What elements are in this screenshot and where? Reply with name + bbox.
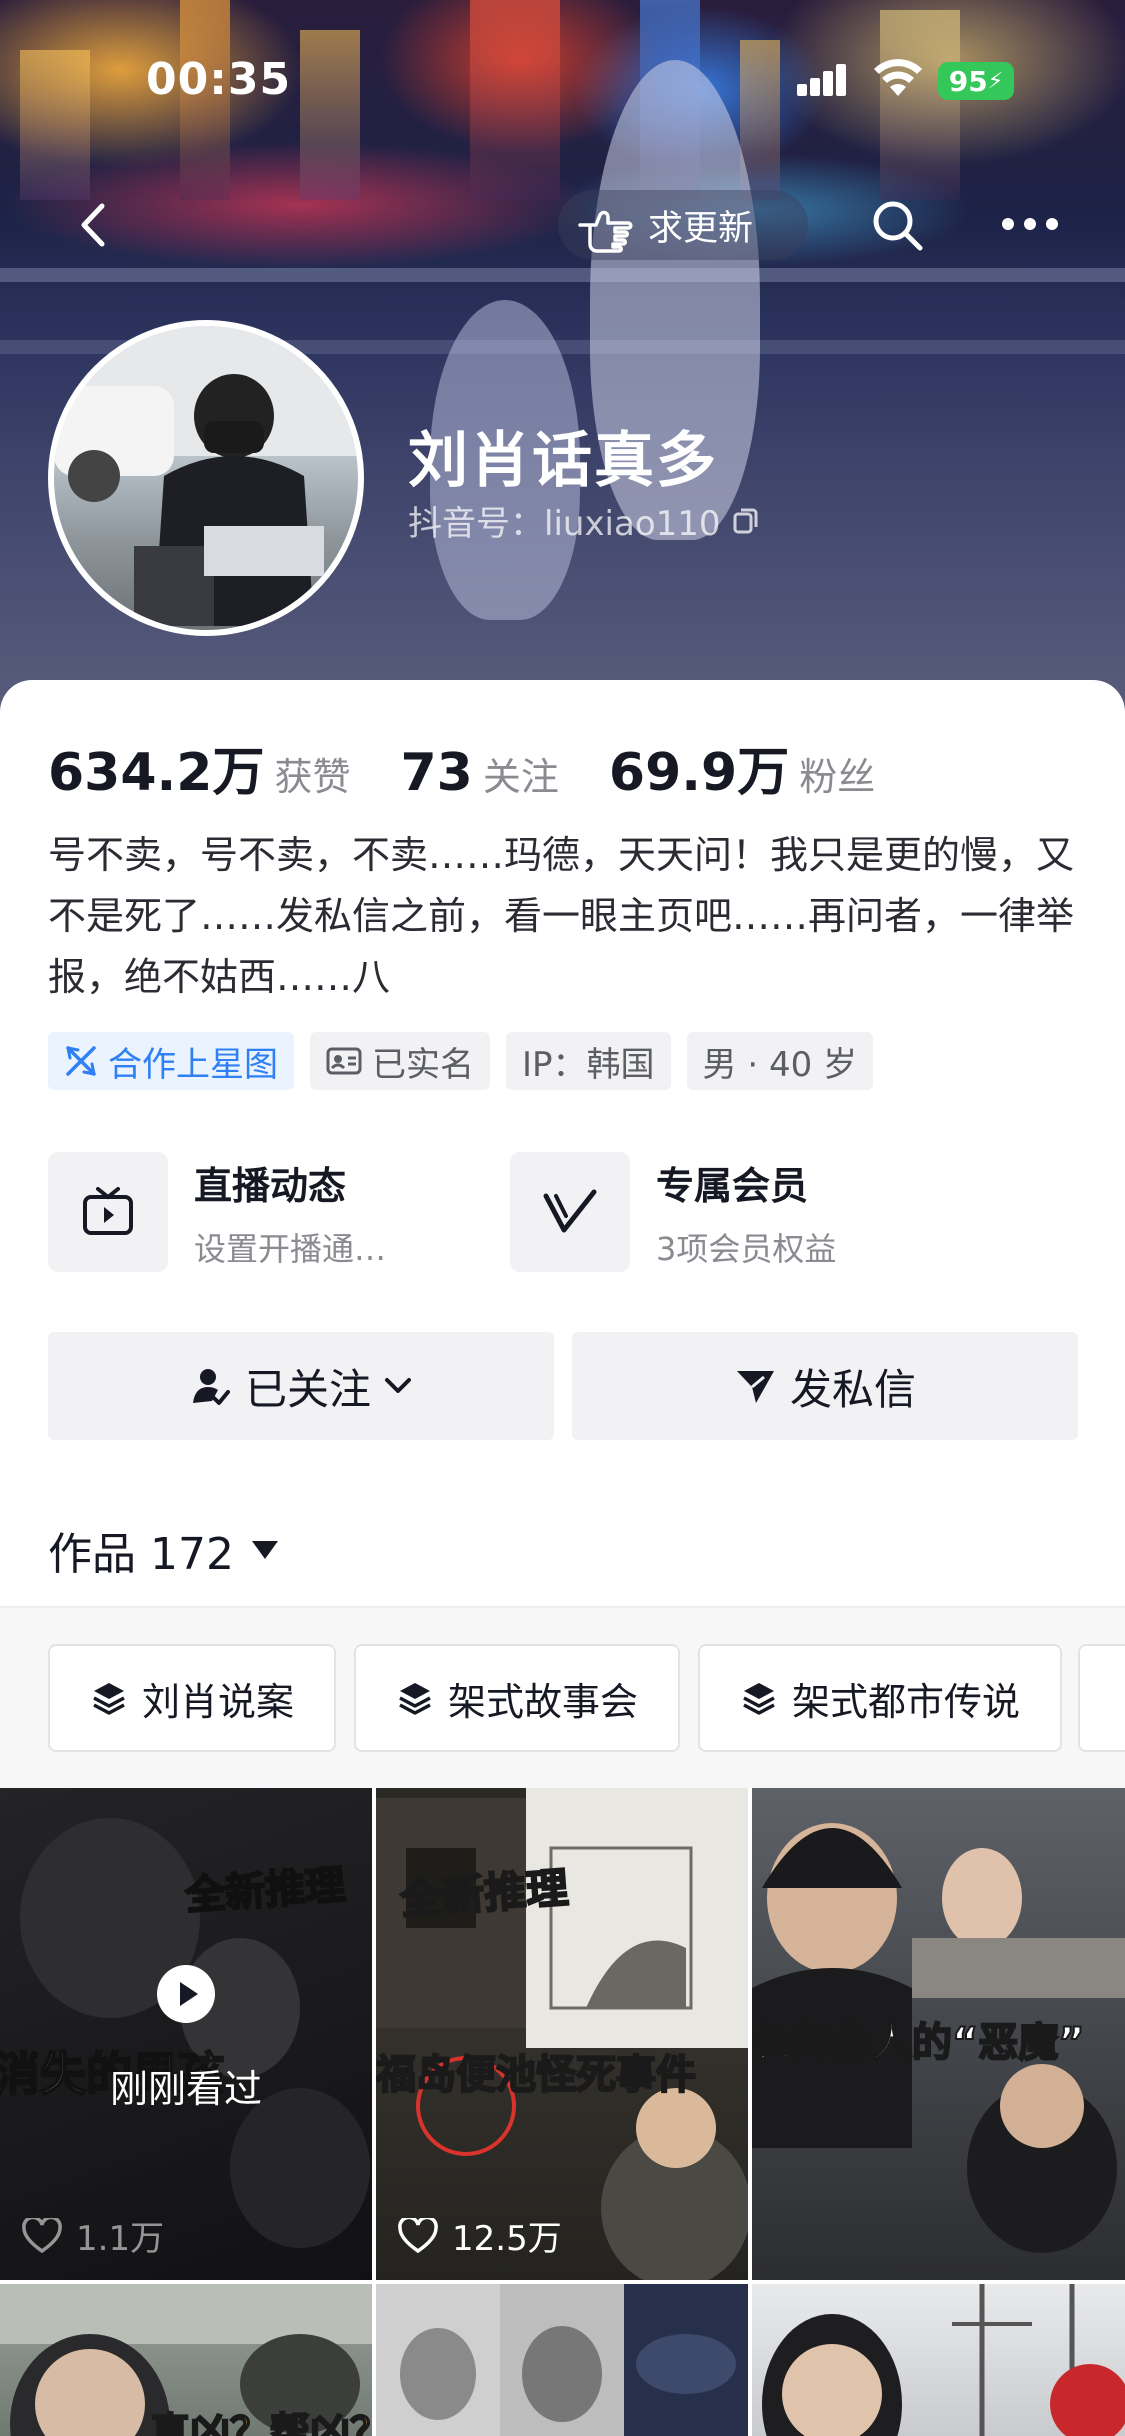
layers-icon (743, 1683, 775, 1715)
profile-name: 刘肖话真多 (408, 426, 718, 496)
following-label: 关注 (482, 755, 559, 799)
playlist-bar: 刘肖说案 架式故事会 架式都市传说 (0, 1608, 1125, 1788)
live-updates-subtitle: 设置开播通… (194, 1229, 387, 1268)
membership-entry[interactable]: 专属会员 3项会员权益 (510, 1152, 836, 1272)
tag-ip-location: IP：韩国 (506, 1032, 671, 1090)
wifi-icon (874, 59, 922, 96)
play-icon (157, 1965, 215, 2023)
video-thumbnail[interactable] (376, 2284, 748, 2436)
chevron-down-icon (385, 1378, 411, 1393)
heart-icon (22, 2217, 62, 2253)
back-icon[interactable] (68, 198, 122, 252)
pointing-hand-icon (578, 210, 633, 253)
membership-title: 专属会员 (656, 1163, 809, 1208)
likes-count[interactable]: 634.2万 (48, 730, 264, 805)
live-updates-title: 直播动态 (194, 1163, 347, 1208)
video-grid: 全新推理 消失的男孩 刚刚看过 1.1万 全新推理 福岛便池怪死事件 12.5万 (0, 1788, 1125, 2436)
like-count: 1.1万 (22, 2211, 164, 2260)
profile-tags: 合作上星图 已实名 IP：韩国 男 · 40 岁 (48, 1032, 874, 1090)
profile-stats: 634.2万 获赞 73 关注 69.9万 粉丝 (48, 730, 925, 805)
battery-indicator: 95 ⚡ (938, 62, 1014, 100)
star-map-icon (66, 1046, 96, 1076)
person-check-icon (192, 1369, 230, 1405)
live-updates-entry[interactable]: 直播动态 设置开播通… (48, 1152, 386, 1272)
top-nav: 求更新 (0, 190, 1125, 260)
tag-verified-realname[interactable]: 已实名 (310, 1032, 490, 1090)
send-message-button[interactable]: 发私信 (572, 1332, 1078, 1440)
video-thumbnail[interactable]: 全新推理 消失的男孩 刚刚看过 1.1万 (0, 1788, 372, 2280)
video-overlay-title: 福岛便池怪死事件 (376, 2051, 697, 2099)
just-watched-badge: 刚刚看过 (109, 2067, 262, 2111)
copy-icon[interactable] (731, 506, 761, 536)
video-overlay-title: 长的像人的“恶魔” (752, 2019, 1086, 2067)
profile-info-card: 634.2万 获赞 73 关注 69.9万 粉丝 号不卖，号不卖，不卖……玛德，… (0, 680, 1125, 1788)
works-tab-label: 作品 172 (48, 1529, 234, 1580)
request-update-button[interactable]: 求更新 (558, 190, 808, 260)
layers-icon (399, 1683, 431, 1715)
video-overlay-subtitle: 全新推理 (398, 1862, 571, 1925)
watched-dim-overlay (0, 1788, 372, 2280)
cellular-signal-icon (797, 62, 847, 96)
followers-label: 粉丝 (799, 755, 876, 799)
id-card-icon (326, 1047, 362, 1075)
tag-gender-age: 男 · 40 岁 (686, 1032, 874, 1090)
playlist-chip-partial[interactable] (1078, 1644, 1125, 1752)
vip-v-icon (510, 1152, 630, 1272)
avatar-image (54, 326, 358, 626)
status-time: 00:35 (146, 54, 292, 105)
paper-plane-icon (736, 1371, 774, 1403)
playlist-chip[interactable]: 刘肖说案 (48, 1644, 337, 1752)
douyin-id: 抖音号：liuxiao110 (408, 496, 761, 545)
video-overlay-title: 真凶？帮凶？ (149, 2409, 372, 2436)
playlist-chip[interactable]: 架式都市传说 (698, 1644, 1063, 1752)
profile-bio[interactable]: 号不卖，号不卖，不卖……玛德，天天问！我只是更的慢，又不是死了……发私信之前，看… (48, 825, 1078, 1008)
followed-label: 已关注 (244, 1364, 371, 1414)
followers-count[interactable]: 69.9万 (609, 730, 789, 805)
membership-subtitle: 3项会员权益 (656, 1229, 837, 1268)
video-thumbnail[interactable]: 全新推理 福岛便池怪死事件 12.5万 (376, 1788, 748, 2280)
request-update-label: 求更新 (648, 208, 754, 249)
heart-icon (398, 2217, 438, 2253)
tv-icon (48, 1152, 168, 1272)
status-bar: 00:35 95 ⚡ (0, 0, 1125, 150)
video-thumbnail[interactable] (752, 2284, 1125, 2436)
video-thumbnail[interactable]: 真凶？帮凶？ (0, 2284, 372, 2436)
playlist-chip[interactable]: 架式故事会 (354, 1644, 681, 1752)
more-options-icon[interactable] (998, 206, 1062, 242)
video-thumbnail[interactable]: 长的像人的“恶魔” (752, 1788, 1125, 2280)
avatar[interactable] (48, 320, 364, 636)
works-tab[interactable]: 作品 172 (48, 1518, 278, 1582)
send-message-label: 发私信 (789, 1364, 916, 1414)
following-count[interactable]: 73 (401, 743, 473, 803)
caret-down-icon (251, 1541, 278, 1559)
thumbnail-image (376, 2284, 748, 2436)
thumbnail-image (762, 2284, 1125, 2436)
search-icon[interactable] (868, 196, 926, 254)
like-count: 12.5万 (398, 2211, 562, 2260)
likes-label: 获赞 (274, 755, 351, 799)
layers-icon (93, 1683, 125, 1715)
tag-star-map[interactable]: 合作上星图 (48, 1032, 294, 1090)
followed-button[interactable]: 已关注 (48, 1332, 554, 1440)
